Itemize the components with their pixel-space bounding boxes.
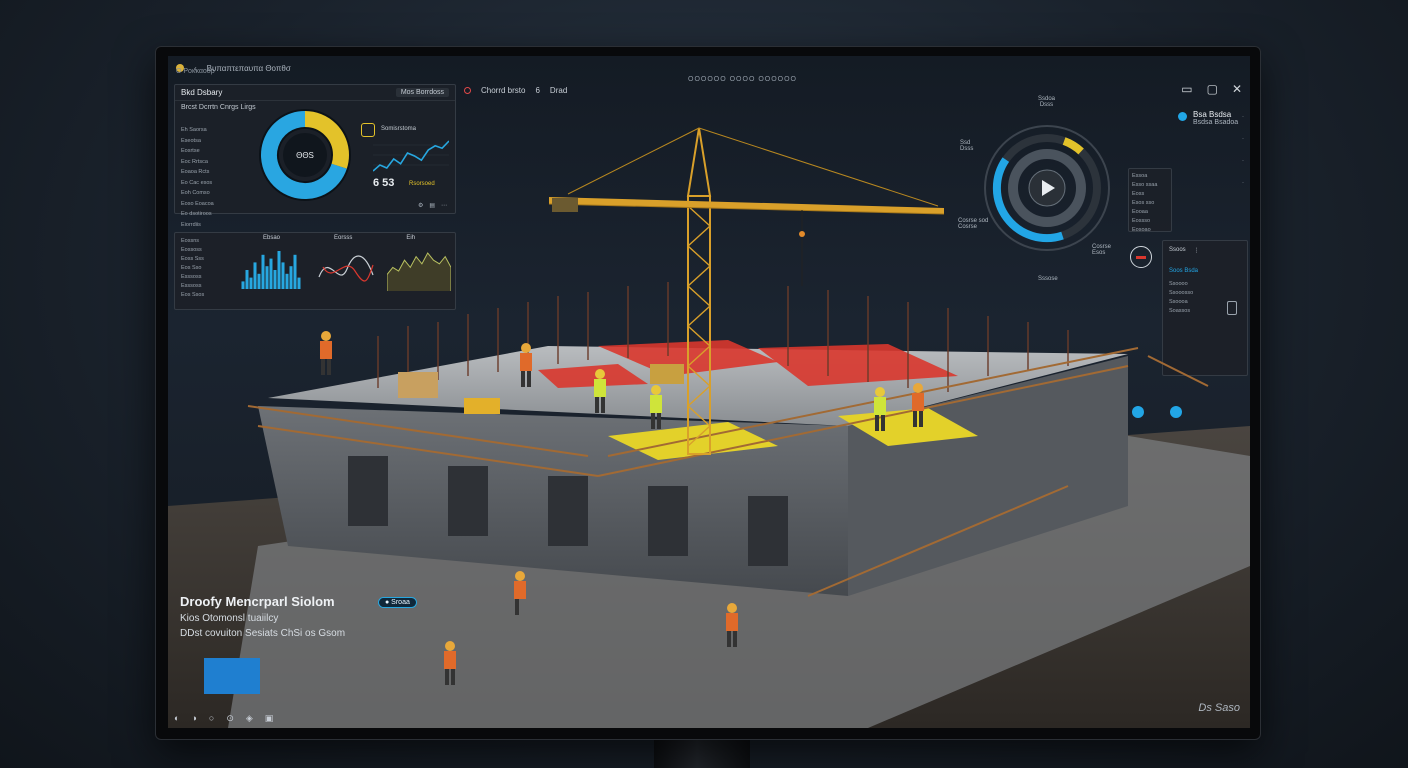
lumber-stack <box>398 372 438 398</box>
bottom-tool-3-icon[interactable]: ○ <box>209 713 214 724</box>
bottom-tool-2-icon[interactable]: ◑ <box>191 713 196 724</box>
bottom-tool-6-icon[interactable]: ▣ <box>265 713 274 724</box>
dashboard-title: Bkd Dsbary <box>181 88 223 97</box>
caption-badge[interactable]: ● Sroaa <box>378 597 417 608</box>
restore-icon[interactable]: ▢ <box>1207 82 1218 96</box>
dashboard-header: Bkd Dsbary Mos Borrdoss <box>175 85 455 101</box>
right-card-subtitle: Bsdsa Bsadoa <box>1193 119 1239 126</box>
status-dot-icon <box>1178 112 1187 121</box>
blue-container <box>204 658 260 694</box>
window-controls: ▭ ▢ ✕ <box>1181 82 1242 96</box>
ring-top-label: Ssdoa Dsss <box>1038 96 1056 108</box>
record-icon[interactable] <box>464 87 471 94</box>
view-value: 6 <box>535 86 540 95</box>
generator <box>650 364 684 384</box>
bottom-tool-5-icon[interactable]: ◈ <box>246 713 253 724</box>
close-icon[interactable]: ✕ <box>1232 82 1242 96</box>
view-label[interactable]: Chorrd brsto <box>481 86 525 95</box>
view-mode[interactable]: Drad <box>550 86 567 95</box>
sensor-marker-1[interactable] <box>1132 406 1144 418</box>
view-toolbar: Chorrd brsto 6 Drad <box>464 86 567 95</box>
app-screen: ‹ Βυπαπτεπαυπα Θοπθσ Ο Ροκκαοδρ ΟΟΟΟΟΟ Ο… <box>168 56 1250 728</box>
right-card-title: Bsa Bsdsa <box>1193 110 1232 119</box>
sensor-marker-2[interactable] <box>1170 406 1182 418</box>
bottom-toolbar: ◐ ◑ ○ ⊙ ◈ ▣ <box>174 713 273 724</box>
mini-excavator <box>464 398 500 414</box>
bottom-tool-4-icon[interactable]: ⊙ <box>226 713 234 724</box>
worker-1 <box>320 331 332 375</box>
window-subtitle: Ο Ροκκαοδρ <box>176 68 215 75</box>
right-card[interactable]: Bsa Bsdsa Bsdsa Bsadoa <box>1178 110 1238 126</box>
window-title: Βυπαπτεπαυπα Θοπθσ <box>206 63 291 73</box>
minimize-icon[interactable]: ▭ <box>1181 82 1192 96</box>
caption-line-1: Kios Otomonsl tuaiilcy <box>180 613 279 624</box>
dashboard-options-button[interactable]: Mos Borrdoss <box>395 88 449 97</box>
sensor-markers <box>1132 406 1182 418</box>
bottom-tool-1-icon[interactable]: ◐ <box>174 713 179 724</box>
site-caption: Droofy Mencrparl Siolom ● Sroaa Kios Oto… <box>180 594 430 639</box>
caption-line-2: DDst covuiton Sesiats ChSi os Gsom <box>180 628 346 639</box>
center-label: ΟΟΟΟΟΟ ΟΟΟΟ ΟΟΟΟΟΟ <box>688 76 798 83</box>
signature: Ds Saso <box>1198 702 1240 714</box>
